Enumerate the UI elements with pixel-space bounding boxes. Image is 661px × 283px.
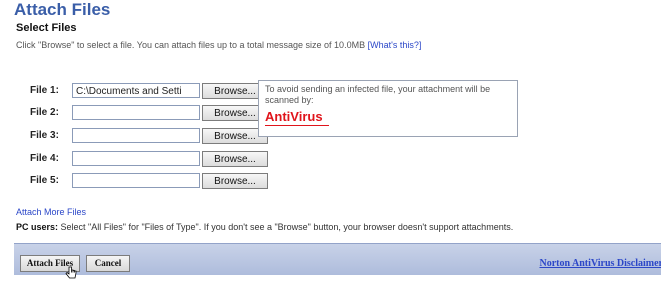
pc-users-label: PC users: <box>16 222 59 232</box>
file-input-5[interactable] <box>72 173 200 188</box>
pc-users-text: Select "All Files" for "Files of Type". … <box>60 222 514 232</box>
file-label: File 1: <box>30 85 59 96</box>
browse-button-5[interactable]: Browse... <box>202 173 268 189</box>
file-input-2[interactable] <box>72 105 200 120</box>
cancel-button[interactable]: Cancel <box>86 255 130 272</box>
attach-more-files-link[interactable]: Attach More Files <box>16 207 86 217</box>
antivirus-logo-underline <box>265 125 329 126</box>
whats-this-link[interactable]: [What's this?] <box>368 40 422 50</box>
instructions-text: Click "Browse" to select a file. You can… <box>16 40 366 50</box>
file-label: File 2: <box>30 107 59 118</box>
norton-disclaimer-link[interactable]: Norton AntiVirus Disclaimer <box>539 258 661 269</box>
file-label: File 4: <box>30 153 59 164</box>
section-subtitle: Select Files <box>16 22 77 34</box>
action-bar: Attach Files Cancel Norton AntiVirus Dis… <box>14 243 661 275</box>
file-label: File 3: <box>30 130 59 141</box>
file-input-4[interactable] <box>72 151 200 166</box>
page-title: Attach Files <box>14 0 111 19</box>
file-label: File 5: <box>30 175 59 186</box>
pc-users-note: PC users: Select "All Files" for "Files … <box>16 222 513 232</box>
antivirus-message: To avoid sending an infected file, your … <box>265 84 491 105</box>
browse-button-4[interactable]: Browse... <box>202 151 268 167</box>
antivirus-logo: AntiVirus <box>265 109 323 124</box>
instructions: Click "Browse" to select a file. You can… <box>16 40 421 50</box>
file-input-1[interactable]: C:\Documents and Setti <box>72 83 200 98</box>
file-input-3[interactable] <box>72 128 200 143</box>
antivirus-notice: To avoid sending an infected file, your … <box>258 80 518 137</box>
